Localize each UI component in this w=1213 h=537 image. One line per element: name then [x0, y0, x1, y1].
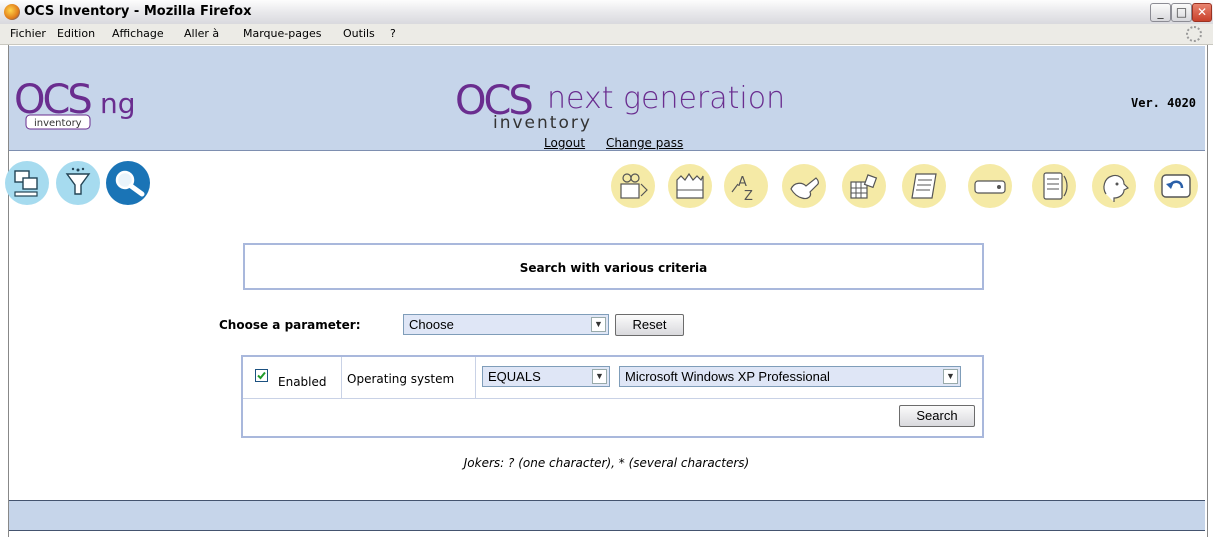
parameter-select[interactable]: Choose ▼	[403, 314, 609, 335]
jokers-hint: Jokers: ? (one character), * (several ch…	[463, 456, 750, 470]
enabled-checkbox[interactable]	[255, 369, 268, 382]
grid-icon[interactable]	[842, 164, 886, 208]
logo-small-sub: inventory	[34, 118, 82, 129]
face-icon[interactable]	[1092, 164, 1136, 208]
chevron-down-icon: ▼	[591, 317, 606, 332]
menu-aller[interactable]: Aller à	[184, 27, 219, 40]
document-icon[interactable]	[1032, 164, 1076, 208]
chevron-down-icon: ▼	[592, 369, 607, 384]
filter-icon[interactable]	[56, 161, 100, 205]
az-icon[interactable]: AZ	[724, 164, 768, 208]
search-title: Search with various criteria	[519, 261, 708, 275]
throbber-icon	[1186, 26, 1202, 42]
ocs-logo-big: OCS next generation inventory	[455, 78, 785, 133]
operator-select-value: EQUALS	[488, 369, 541, 384]
parameter-select-value: Choose	[409, 317, 454, 332]
logo-big-next: next generation	[547, 81, 785, 116]
field-label: Operating system	[347, 372, 455, 386]
svg-text:Z: Z	[744, 189, 753, 204]
wrench-icon[interactable]	[782, 164, 826, 208]
svg-text:A: A	[738, 175, 747, 190]
close-button[interactable]: ✕	[1192, 3, 1212, 22]
firefox-icon	[4, 4, 20, 20]
drive-icon[interactable]	[968, 164, 1012, 208]
computers-icon[interactable]	[5, 161, 49, 205]
cell-divider	[475, 357, 476, 398]
menu-marque-pages[interactable]: Marque-pages	[243, 27, 321, 40]
os-value-select[interactable]: Microsoft Windows XP Professional ▼	[619, 366, 961, 387]
ocs-logo-small[interactable]: OCS ng inventory	[12, 75, 140, 135]
menu-help[interactable]: ?	[390, 27, 396, 40]
back-icon[interactable]	[1154, 164, 1198, 208]
window-titlebar: OCS Inventory - Mozilla Firefox _ □ ✕	[0, 0, 1213, 25]
menu-edition[interactable]: Edition	[57, 27, 95, 40]
logo-big-sub: inventory	[493, 113, 592, 133]
castle-icon[interactable]	[668, 164, 712, 208]
logout-link[interactable]: Logout	[544, 136, 585, 150]
minimize-button[interactable]: _	[1150, 3, 1171, 22]
maximize-button[interactable]: □	[1171, 3, 1192, 22]
os-value-select-value: Microsoft Windows XP Professional	[625, 369, 830, 384]
change-pass-link[interactable]: Change pass	[606, 136, 683, 150]
logo-small-ng: ng	[100, 87, 136, 120]
menu-affichage[interactable]: Affichage	[112, 27, 164, 40]
menu-outils[interactable]: Outils	[343, 27, 375, 40]
search-icon[interactable]	[106, 161, 150, 205]
packages-icon[interactable]	[611, 164, 655, 208]
scroll-icon[interactable]	[902, 164, 946, 208]
parameter-label: Choose a parameter:	[219, 318, 361, 332]
menu-fichier[interactable]: Fichier	[10, 27, 46, 40]
reset-button[interactable]: Reset	[615, 314, 684, 336]
operator-select[interactable]: EQUALS ▼	[482, 366, 610, 387]
window-title: OCS Inventory - Mozilla Firefox	[24, 4, 252, 19]
cell-divider	[341, 357, 342, 398]
search-button[interactable]: Search	[899, 405, 975, 427]
version-label: Ver. 4020	[1131, 96, 1197, 110]
page-footer	[9, 500, 1205, 531]
enabled-label: Enabled	[278, 375, 327, 389]
menu-bar: Fichier Edition Affichage Aller à Marque…	[0, 24, 1213, 45]
chevron-down-icon: ▼	[943, 369, 958, 384]
search-title-box: Search with various criteria	[243, 243, 984, 290]
